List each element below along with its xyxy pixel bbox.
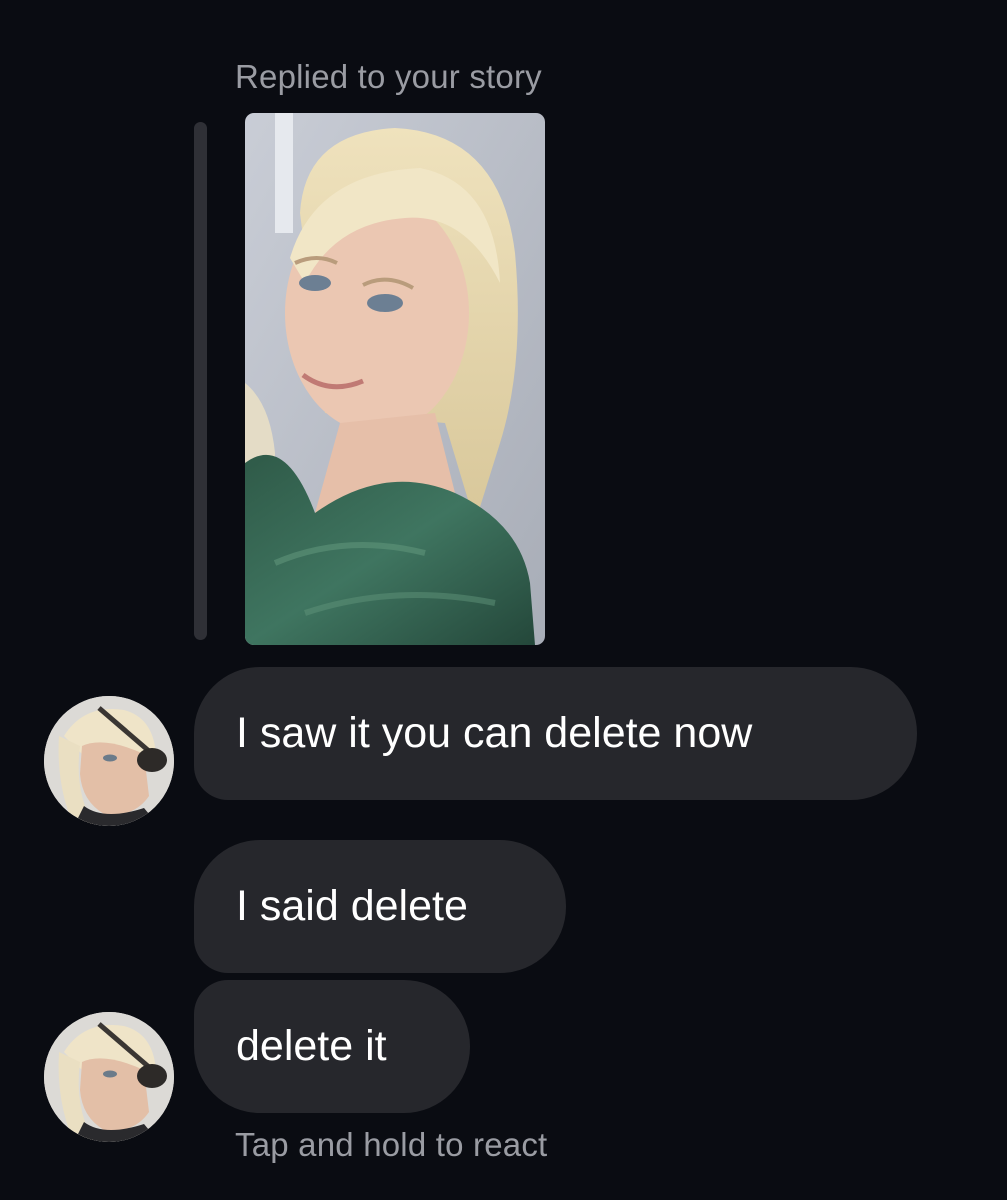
message-text: I saw it you can delete now xyxy=(236,709,753,757)
react-hint-text: Tap and hold to react xyxy=(235,1126,548,1163)
sender-avatar-image xyxy=(44,1012,174,1142)
message-bubble[interactable]: I said delete xyxy=(194,840,566,973)
sender-avatar-image xyxy=(44,696,174,826)
message-bubble[interactable]: I saw it you can delete now xyxy=(194,667,917,800)
replied-to-story-label: Replied to your story xyxy=(235,58,542,95)
message-text: I said delete xyxy=(236,882,468,930)
reply-indicator-bar xyxy=(194,122,207,640)
sender-avatar[interactable] xyxy=(44,1012,174,1142)
sender-avatar[interactable] xyxy=(44,696,174,826)
story-thumbnail[interactable] xyxy=(245,113,545,645)
story-photo xyxy=(245,113,545,645)
message-bubble[interactable]: delete it xyxy=(194,980,470,1113)
message-text: delete it xyxy=(236,1022,387,1070)
